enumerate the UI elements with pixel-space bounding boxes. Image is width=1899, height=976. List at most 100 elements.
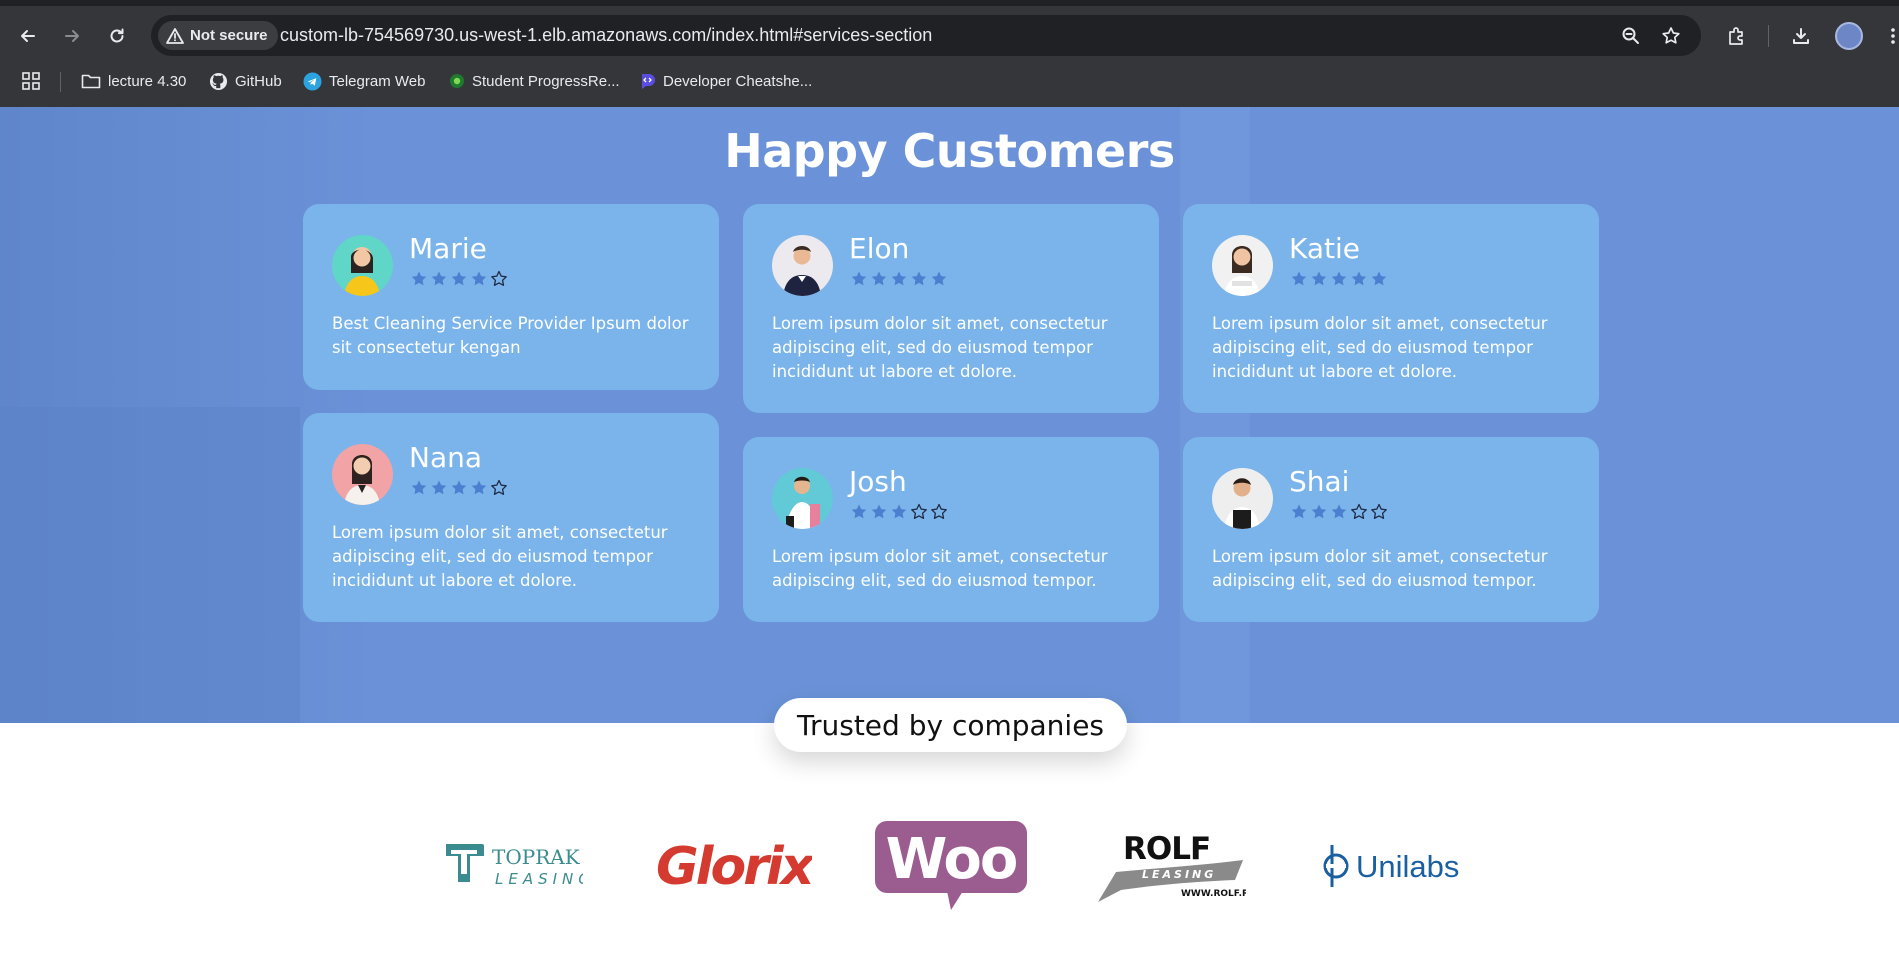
- url-text[interactable]: custom-lb-754569730.us-west-1.elb.amazon…: [280, 25, 932, 46]
- star-outline-icon: [1351, 503, 1367, 519]
- woo-logo: Woo: [875, 821, 1027, 916]
- star-filled-icon: [431, 271, 447, 286]
- star-outline-icon: [1371, 503, 1387, 519]
- customer-avatar: [1212, 468, 1273, 529]
- customer-avatar: [1212, 235, 1273, 296]
- browser-toolbar: Not secure custom-lb-754569730.us-west-1…: [0, 11, 1899, 59]
- testimonial-card: Shai Lorem ipsum dolor sit amet, consect…: [1183, 437, 1599, 622]
- customer-name: Katie: [1289, 232, 1361, 265]
- security-label: Not secure: [190, 27, 268, 44]
- testimonial-text: Best Cleaning Service Provider Ipsum dol…: [332, 314, 689, 357]
- star-filled-icon: [871, 271, 887, 286]
- reload-button[interactable]: [103, 22, 131, 50]
- rolf-leasing-logo: ROLF LEASING WWW.ROLF.RU: [1096, 826, 1256, 906]
- star-rating: [850, 503, 948, 521]
- browser-chrome: Not secure custom-lb-754569730.us-west-1…: [0, 0, 1899, 107]
- unilabs-logo: Unilabs: [1318, 841, 1468, 893]
- section-title: Happy Customers: [724, 124, 1175, 178]
- star-outline-icon: [491, 479, 507, 495]
- logo-sub: LEASING: [1142, 868, 1216, 881]
- trusted-title: Trusted by companies: [774, 698, 1127, 752]
- forward-button[interactable]: [58, 22, 86, 50]
- star-filled-icon: [871, 504, 887, 519]
- star-outline-icon: [931, 503, 947, 519]
- bookmark-lecture[interactable]: lecture 4.30: [81, 70, 186, 92]
- customer-name: Shai: [1289, 465, 1350, 498]
- star-rating: [1290, 503, 1388, 521]
- reload-icon: [110, 28, 124, 43]
- star-filled-icon: [1291, 271, 1307, 286]
- download-icon: [1793, 28, 1809, 44]
- glorix-logo: Glorix: [652, 832, 819, 900]
- star-filled-icon: [411, 480, 427, 495]
- apps-grid-icon: [22, 72, 40, 90]
- star-rating: [1290, 270, 1388, 288]
- customers-section: Happy Customers Marie Best Cleaning Serv…: [0, 107, 1899, 723]
- star-filled-icon: [911, 271, 927, 286]
- customer-avatar: [332, 444, 393, 505]
- apps-button[interactable]: [22, 70, 40, 92]
- folder-icon: [81, 74, 101, 89]
- star-filled-icon: [1331, 504, 1347, 519]
- back-button[interactable]: [14, 22, 42, 50]
- star-rating: [410, 479, 508, 497]
- background-shade: [0, 407, 300, 723]
- tab-strip: [0, 0, 1899, 6]
- customer-name: Nana: [409, 441, 483, 474]
- customer-name: Josh: [849, 465, 907, 498]
- logo-word: ROLF: [1123, 831, 1210, 867]
- address-bar[interactable]: Not secure custom-lb-754569730.us-west-1…: [151, 15, 1701, 56]
- browser-menu-button[interactable]: [1879, 22, 1899, 50]
- star-filled-icon: [891, 504, 907, 519]
- customer-name: Marie: [409, 232, 487, 265]
- customer-avatar: [772, 235, 833, 296]
- star-filled-icon: [851, 271, 867, 286]
- star-filled-icon: [1311, 504, 1327, 519]
- logo-word: Unilabs: [1356, 849, 1459, 884]
- logo-url: WWW.ROLF.RU: [1181, 889, 1246, 899]
- github-icon: [209, 72, 228, 90]
- profile-avatar[interactable]: [1835, 22, 1863, 50]
- downloads-button[interactable]: [1787, 22, 1815, 50]
- testimonial-card: Josh Lorem ipsum dolor sit amet, consect…: [743, 437, 1159, 622]
- bookmark-telegram[interactable]: Telegram Web: [303, 70, 425, 92]
- puzzle-icon: [1729, 27, 1743, 45]
- star-filled-icon: [451, 271, 467, 286]
- star-filled-icon: [891, 271, 907, 286]
- star-filled-icon: [451, 480, 467, 495]
- star-outline-icon: [1662, 27, 1680, 44]
- logo-word: TOPRAK: [492, 845, 581, 869]
- arrow-left-icon: [21, 30, 35, 42]
- arrow-right-icon: [65, 30, 79, 42]
- testimonial-card: Marie Best Cleaning Service Provider Ips…: [303, 204, 719, 390]
- star-filled-icon: [471, 271, 487, 286]
- bookmark-label: lecture 4.30: [108, 72, 187, 90]
- logo-word: Woo: [886, 827, 1017, 892]
- bookmark-label: Telegram Web: [329, 72, 426, 90]
- star-filled-icon: [431, 480, 447, 495]
- bookmark-github[interactable]: GitHub: [209, 70, 282, 92]
- star-outline-icon: [491, 270, 507, 286]
- telegram-icon: [303, 71, 322, 91]
- testimonial-card: Elon Lorem ipsum dolor sit amet, consect…: [743, 204, 1159, 413]
- testimonial-text: Lorem ipsum dolor sit amet, consectetur …: [772, 314, 1108, 381]
- extensions-button[interactable]: [1722, 22, 1750, 50]
- star-filled-icon: [1351, 271, 1367, 286]
- star-filled-icon: [931, 271, 947, 286]
- bookmark-developer-cheatsheet[interactable]: Developer Cheatshe...: [640, 70, 812, 92]
- kebab-menu-icon: [1891, 28, 1895, 44]
- progress-icon: [450, 74, 464, 88]
- zoom-button[interactable]: [1620, 25, 1642, 47]
- bookmark-star-button[interactable]: [1660, 25, 1682, 47]
- testimonial-text: Lorem ipsum dolor sit amet, consectetur …: [332, 523, 668, 590]
- star-filled-icon: [1311, 271, 1327, 286]
- bookmarks-bar: lecture 4.30 GitHub Telegram Web Student…: [0, 64, 1899, 98]
- star-rating: [850, 270, 948, 288]
- background-shade: [1180, 107, 1250, 723]
- star-filled-icon: [851, 504, 867, 519]
- customer-name: Elon: [849, 232, 910, 265]
- site-info-chip[interactable]: Not secure: [158, 21, 278, 50]
- customer-avatar: [332, 235, 393, 296]
- bookmark-student-progress[interactable]: Student ProgressRe...: [449, 70, 620, 92]
- testimonial-text: Lorem ipsum dolor sit amet, consectetur …: [1212, 547, 1548, 590]
